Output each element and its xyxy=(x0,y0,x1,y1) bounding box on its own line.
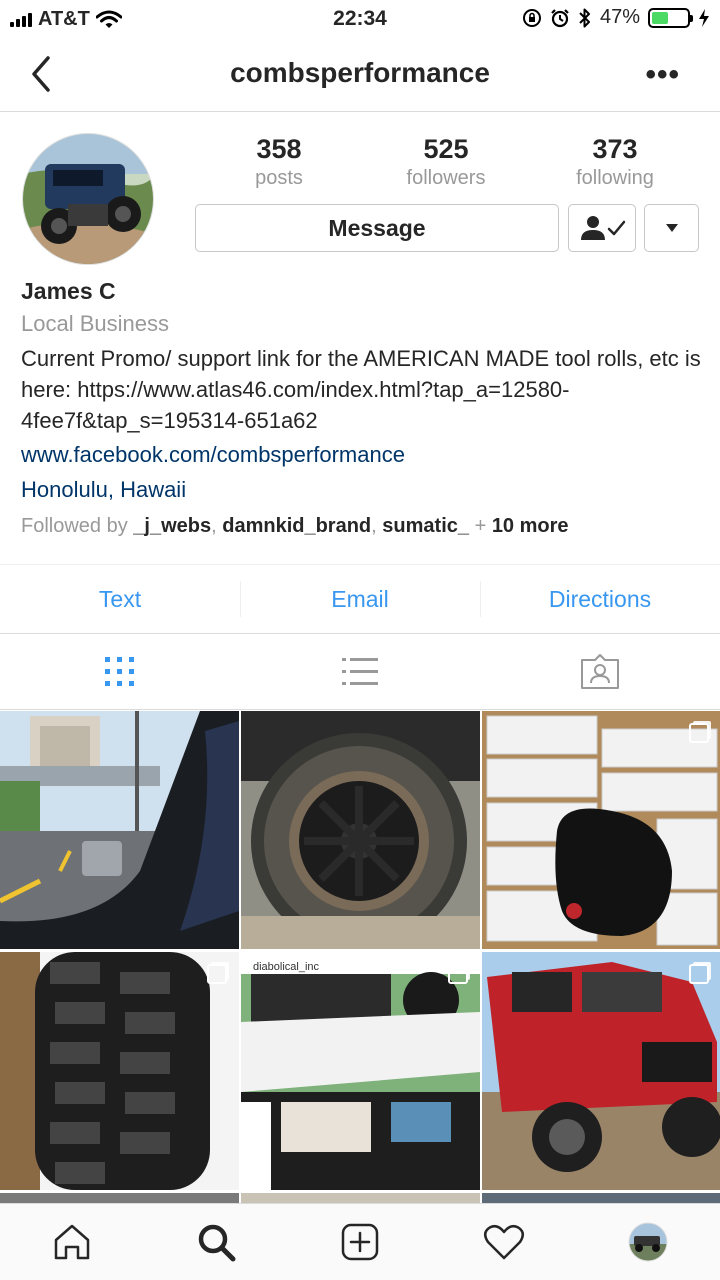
jeep-avatar-image xyxy=(23,134,153,264)
status-bar: AT&T 22:34 47% xyxy=(0,0,720,40)
following-stat[interactable]: 373 following xyxy=(540,134,690,190)
grid-icon xyxy=(105,656,134,686)
following-label: following xyxy=(576,167,654,189)
nav-home[interactable] xyxy=(0,1204,144,1280)
status-right: 47% xyxy=(522,6,710,29)
followers-count: 525 xyxy=(423,134,469,164)
posts-label: posts xyxy=(255,167,303,189)
followed-by-user[interactable]: sumatic_ xyxy=(382,515,469,537)
email-contact-button[interactable]: Email xyxy=(240,565,480,633)
charging-bolt-icon xyxy=(699,8,709,27)
battery-percent: 47% xyxy=(599,6,640,28)
photo-partial[interactable] xyxy=(241,1193,480,1203)
battery-fill xyxy=(652,11,668,24)
following-count: 373 xyxy=(592,134,638,164)
followed-by-more[interactable]: 10 more xyxy=(492,515,569,537)
text-contact-button[interactable]: Text xyxy=(0,565,240,633)
photo-image xyxy=(0,952,239,1190)
photo-image xyxy=(482,711,720,949)
photo-partial[interactable] xyxy=(0,1193,239,1203)
photo-street-mirror[interactable] xyxy=(0,711,239,949)
multi-photo-icon xyxy=(448,964,468,984)
bio-description: Current Promo/ support link for the AMER… xyxy=(21,346,701,433)
followed-by-user[interactable]: _j_webs xyxy=(133,515,211,537)
photo-tire-wheel[interactable] xyxy=(241,711,480,949)
followed-by-prefix: Followed by xyxy=(21,515,128,537)
multi-photo-icon xyxy=(689,964,709,984)
photo-image xyxy=(0,711,239,949)
more-options-button[interactable]: ••• xyxy=(645,58,680,92)
photo-partial[interactable] xyxy=(482,1193,720,1203)
photo-image xyxy=(241,711,480,949)
bottom-navigation xyxy=(0,1203,720,1280)
posts-stat[interactable]: 358 posts xyxy=(204,134,354,190)
suggestions-dropdown-button[interactable] xyxy=(644,204,699,252)
bio-website-link[interactable]: www.facebook.com/combsperformance xyxy=(21,442,701,468)
search-icon xyxy=(198,1224,236,1262)
repost-username: diabolical_inc xyxy=(253,961,320,973)
directions-contact-button[interactable]: Directions xyxy=(480,565,720,633)
profile-name: James C xyxy=(21,278,116,304)
nav-activity[interactable] xyxy=(432,1204,576,1280)
followed-by-user[interactable]: damnkid_brand xyxy=(222,515,371,537)
nav-search[interactable] xyxy=(144,1204,288,1280)
heart-icon xyxy=(484,1224,524,1260)
profile-avatar xyxy=(628,1222,668,1262)
battery-icon xyxy=(648,7,693,28)
alarm-icon xyxy=(551,8,569,27)
photo-boxes-hat[interactable] xyxy=(482,711,720,949)
add-icon xyxy=(341,1223,379,1261)
bio-location-link[interactable]: Honolulu, Hawaii xyxy=(21,477,701,503)
profile-bio: James C Local Business Current Promo/ su… xyxy=(21,278,701,538)
photo-image xyxy=(482,952,720,1190)
profile-username: combsperformance xyxy=(230,57,490,88)
tab-list[interactable] xyxy=(240,634,480,709)
profile-category: Local Business xyxy=(21,311,169,336)
tagged-icon xyxy=(581,653,619,689)
message-button[interactable]: Message xyxy=(195,204,559,252)
bluetooth-icon xyxy=(579,8,590,27)
photo-tire-tread[interactable] xyxy=(0,952,239,1190)
tab-tagged[interactable] xyxy=(480,634,720,709)
home-icon xyxy=(54,1224,90,1260)
tab-grid[interactable] xyxy=(0,634,240,709)
followed-by-line[interactable]: Followed by _j_webs, damnkid_brand, suma… xyxy=(21,515,701,538)
following-toggle-button[interactable] xyxy=(568,204,636,252)
multi-photo-icon xyxy=(689,723,709,743)
photo-red-jeep[interactable] xyxy=(482,952,720,1190)
list-icon xyxy=(342,657,378,685)
profile-header: combsperformance ••• xyxy=(0,40,720,112)
followers-stat[interactable]: 525 followers xyxy=(371,134,521,190)
caret-down-icon xyxy=(665,224,678,232)
nav-profile[interactable] xyxy=(576,1204,720,1280)
multi-photo-icon xyxy=(207,964,227,984)
photo-grid: diabolical_inc xyxy=(0,711,720,1203)
profile-view-tabs xyxy=(0,634,720,710)
nav-add[interactable] xyxy=(288,1204,432,1280)
photo-image xyxy=(241,952,480,1190)
posts-count: 358 xyxy=(256,134,302,164)
orientation-lock-icon xyxy=(522,8,541,27)
contact-options: Text Email Directions xyxy=(0,564,720,634)
photo-ch-garage-repost[interactable] xyxy=(241,952,480,1190)
person-check-icon xyxy=(581,216,626,240)
profile-avatar[interactable] xyxy=(22,133,154,265)
followers-label: followers xyxy=(406,167,486,189)
